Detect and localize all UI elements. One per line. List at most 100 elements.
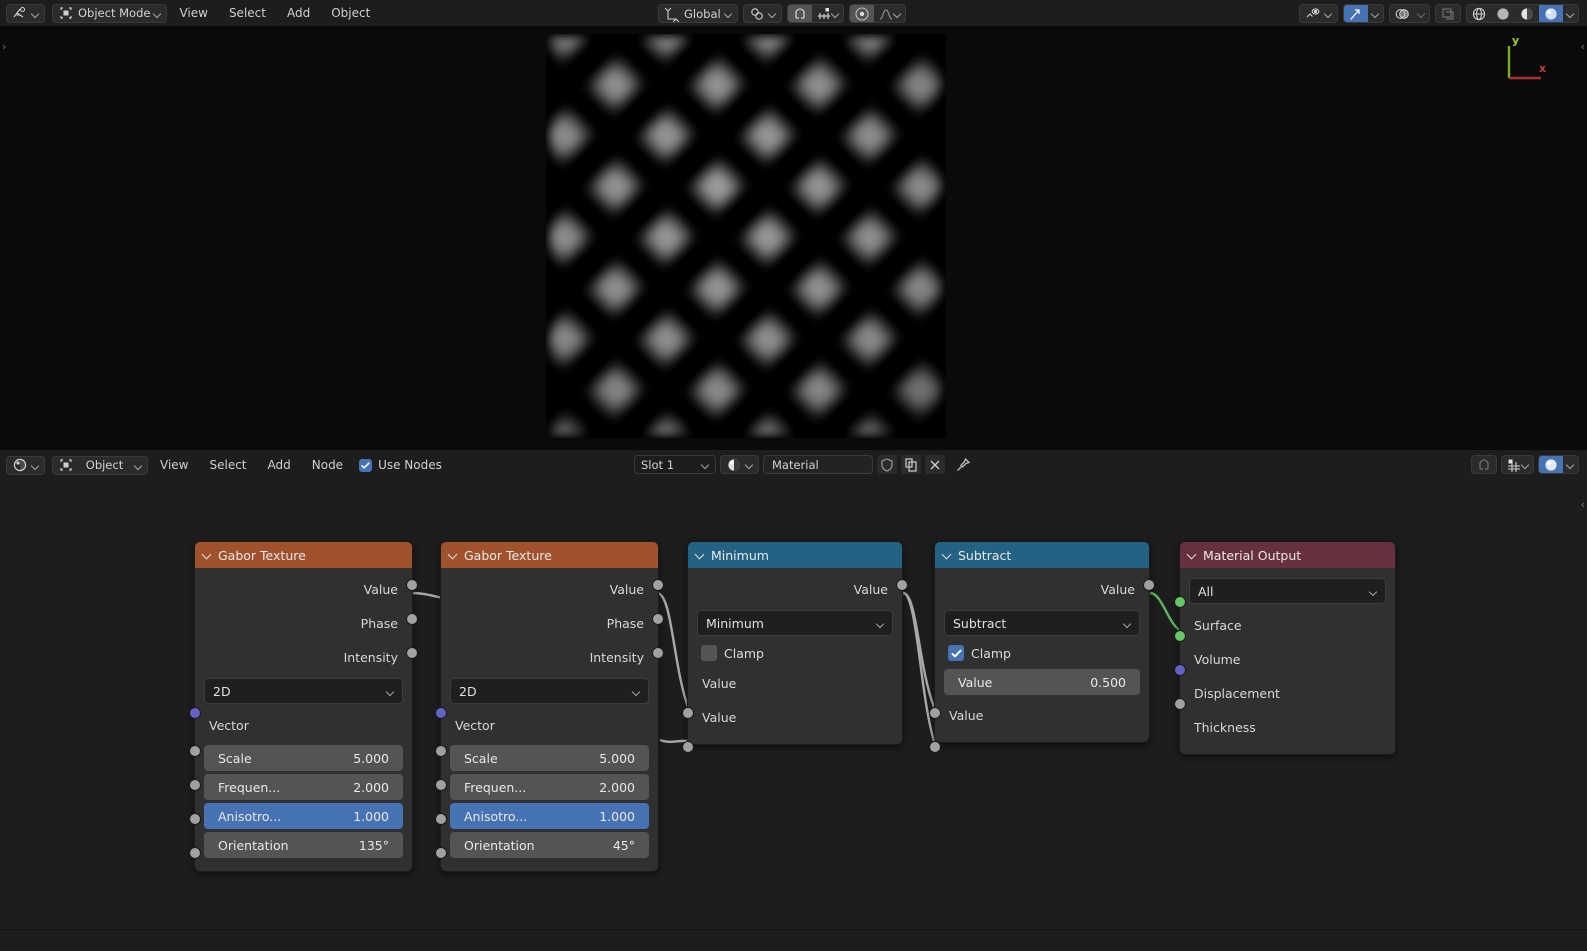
param-frequency[interactable]: Frequen... 2.000 — [450, 774, 649, 800]
overlays-toggle[interactable] — [1390, 5, 1414, 22]
editor-type-button[interactable] — [6, 4, 45, 23]
transform-orientation-button[interactable]: Global — [658, 4, 738, 23]
3d-viewport[interactable]: › ‹ — [0, 26, 1587, 450]
chevron-down-icon[interactable] — [696, 551, 705, 560]
input-socket-orientation[interactable] — [189, 847, 201, 859]
shading-dropdown[interactable] — [1563, 5, 1578, 22]
use-nodes-checkbox[interactable] — [359, 459, 372, 472]
navigation-gizmo[interactable]: y x — [1495, 34, 1549, 84]
input-socket-anisotropy[interactable] — [435, 813, 447, 825]
chevron-down-icon[interactable] — [1188, 551, 1197, 560]
node-math-subtract[interactable]: Subtract Value Subtract Clamp — [934, 541, 1150, 743]
node-canvas[interactable]: ‹ Gabor Texture Value Phase — [0, 480, 1587, 951]
input-socket-frequency[interactable] — [435, 779, 447, 791]
input-socket-value-2[interactable] — [929, 741, 941, 753]
operation-dropdown[interactable]: Minimum — [697, 610, 893, 636]
param-orientation[interactable]: Orientation 45° — [450, 832, 649, 858]
node-menu-select[interactable]: Select — [200, 458, 255, 472]
shading-rendered[interactable] — [1539, 5, 1563, 22]
unlink-material-button[interactable] — [925, 455, 945, 474]
overlays-group[interactable] — [1389, 4, 1430, 23]
dimensions-dropdown[interactable]: 2D — [450, 678, 649, 704]
fake-user-button[interactable] — [877, 455, 897, 474]
node-snap-target[interactable] — [1502, 456, 1533, 473]
material-name-field[interactable]: Material — [763, 455, 873, 474]
menu-add[interactable]: Add — [278, 6, 319, 20]
input-socket-thickness[interactable] — [1174, 698, 1186, 710]
output-socket-row-value[interactable]: Value — [688, 572, 902, 606]
node-menu-view[interactable]: View — [151, 458, 197, 472]
input-socket-scale[interactable] — [189, 745, 201, 757]
output-socket-row-value[interactable]: Value — [195, 572, 412, 606]
param-anisotropy[interactable]: Anisotro... 1.000 — [204, 803, 403, 829]
param-anisotropy[interactable]: Anisotro... 1.000 — [450, 803, 649, 829]
clamp-toggle[interactable]: Clamp — [688, 640, 902, 666]
gizmo-toggle[interactable] — [1344, 5, 1368, 22]
output-socket-value[interactable] — [652, 579, 664, 591]
node-header[interactable]: Minimum — [688, 542, 902, 568]
input-socket-row-value-2[interactable]: Value — [688, 700, 902, 734]
output-socket-row-phase[interactable]: Phase — [441, 606, 658, 640]
visibility-button[interactable] — [1299, 4, 1338, 23]
snap-target-button[interactable] — [812, 5, 843, 22]
proportional-edit-toggle[interactable] — [850, 5, 874, 22]
menu-object[interactable]: Object — [322, 6, 379, 20]
node-menu-add[interactable]: Add — [259, 458, 300, 472]
output-socket-phase[interactable] — [406, 613, 418, 625]
input-socket-row-vector[interactable]: Vector — [195, 708, 412, 742]
snap-toggle-node[interactable] — [1471, 455, 1497, 474]
input-socket-orientation[interactable] — [435, 847, 447, 859]
clamp-checkbox[interactable] — [948, 645, 964, 661]
output-socket-row-value[interactable]: Value — [935, 572, 1149, 606]
node-overlay-group[interactable] — [1538, 455, 1579, 474]
pivot-point-button[interactable] — [743, 4, 782, 23]
input-socket-value-2[interactable] — [682, 741, 694, 753]
clamp-toggle[interactable]: Clamp — [935, 640, 1149, 666]
new-material-button[interactable] — [901, 455, 921, 474]
input-socket-value-1[interactable] — [929, 707, 941, 719]
falloff-button[interactable] — [874, 5, 905, 22]
node-overlay-dropdown[interactable] — [1563, 456, 1578, 473]
overlays-dropdown[interactable] — [1414, 5, 1429, 22]
input-socket-volume[interactable] — [1174, 630, 1186, 642]
input-socket-row-value-2[interactable]: Value — [935, 698, 1149, 732]
node-material-output[interactable]: Material Output All Surface Volume Disp — [1179, 541, 1396, 755]
pin-icon[interactable] — [955, 457, 971, 473]
input-socket-vector[interactable] — [435, 707, 447, 719]
param-orientation[interactable]: Orientation 135° — [204, 832, 403, 858]
param-frequency[interactable]: Frequen... 2.000 — [204, 774, 403, 800]
output-socket-value[interactable] — [896, 579, 908, 591]
node-snap-group[interactable] — [1501, 455, 1534, 474]
input-socket-displacement[interactable] — [1174, 664, 1186, 676]
xray-toggle[interactable] — [1435, 4, 1461, 23]
operation-dropdown[interactable]: Subtract — [944, 610, 1140, 636]
sidebar-expand-right[interactable]: ‹ — [1581, 40, 1585, 53]
node-header[interactable]: Material Output — [1180, 542, 1395, 568]
param-scale[interactable]: Scale 5.000 — [450, 745, 649, 771]
input-socket-row-vector[interactable]: Vector — [441, 708, 658, 742]
param-scale[interactable]: Scale 5.000 — [204, 745, 403, 771]
input-socket-surface[interactable] — [1174, 596, 1186, 608]
input-socket-row-value-1[interactable]: Value — [688, 666, 902, 700]
output-socket-row-intensity[interactable]: Intensity — [195, 640, 412, 674]
shader-type-selector[interactable]: Object — [52, 456, 148, 475]
node-menu-node[interactable]: Node — [303, 458, 352, 472]
chevron-down-icon[interactable] — [203, 551, 212, 560]
input-socket-row-surface[interactable]: Surface — [1180, 608, 1395, 642]
output-socket-phase[interactable] — [652, 613, 664, 625]
input-socket-row-displacement[interactable]: Displacement — [1180, 676, 1395, 710]
node-sidebar-expand[interactable]: ‹ — [1581, 498, 1585, 511]
node-header[interactable]: Gabor Texture — [441, 542, 658, 568]
param-value-1[interactable]: Value 0.500 — [944, 669, 1140, 695]
chevron-down-icon[interactable] — [943, 551, 952, 560]
output-socket-row-phase[interactable]: Phase — [195, 606, 412, 640]
shading-solid[interactable] — [1491, 5, 1515, 22]
node-header[interactable]: Gabor Texture — [195, 542, 412, 568]
input-socket-frequency[interactable] — [189, 779, 201, 791]
snap-toggle[interactable] — [788, 5, 812, 22]
input-socket-scale[interactable] — [435, 745, 447, 757]
target-dropdown[interactable]: All — [1189, 578, 1386, 604]
node-gabor-texture-2[interactable]: Gabor Texture Value Phase Intensity 2D — [440, 541, 659, 872]
use-nodes-toggle[interactable]: Use Nodes — [359, 458, 442, 472]
output-socket-intensity[interactable] — [406, 647, 418, 659]
